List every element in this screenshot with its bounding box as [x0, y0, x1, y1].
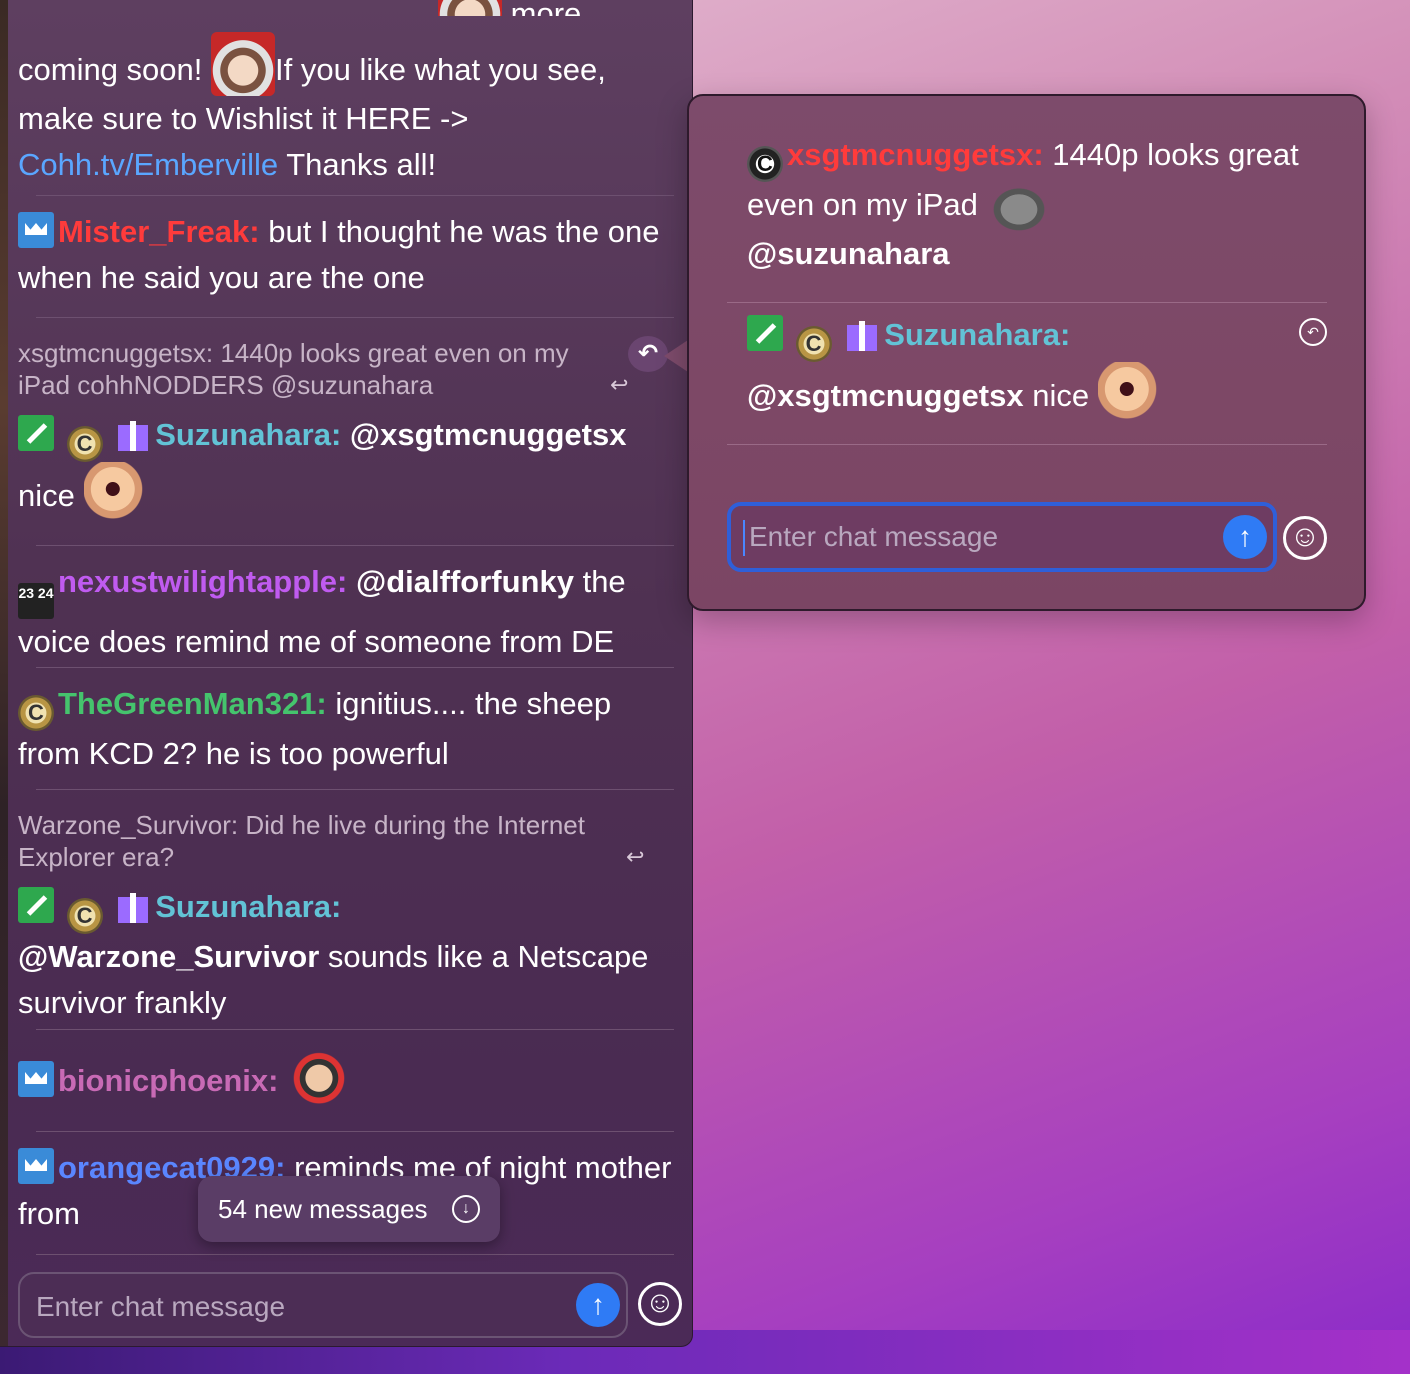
wishlist-link[interactable]: Cohh.tv/Emberville — [18, 147, 278, 182]
coin-badge-icon: C — [18, 695, 54, 731]
emote-image — [211, 32, 276, 96]
smiley-icon[interactable]: ☺ — [1283, 516, 1327, 560]
divider — [727, 302, 1327, 303]
reply-arrow-icon[interactable]: ↶ — [1299, 318, 1327, 346]
list-item: Cxsgtmcnuggetsx: 1440p looks great even … — [747, 132, 1307, 277]
sword-badge-icon — [18, 415, 54, 451]
reply-arrow-icon[interactable]: ↩ — [610, 372, 628, 398]
message-text: nice — [1032, 378, 1090, 413]
new-messages-button[interactable]: 54 new messages ↓ — [198, 1176, 500, 1242]
emote-image — [438, 0, 502, 16]
list-item: more — [18, 0, 674, 16]
coin-badge-icon: C — [747, 146, 783, 182]
divider — [36, 667, 674, 668]
username[interactable]: TheGreenMan321: — [58, 686, 327, 721]
message-text: more — [511, 0, 582, 16]
sword-badge-icon — [747, 315, 783, 351]
list-item: C Suzunahara: @xsgtmcnuggetsx nice — [18, 412, 674, 522]
username[interactable]: xsgtmcnuggetsx: — [787, 137, 1044, 172]
divider — [36, 545, 674, 546]
message-text: coming soon! — [18, 52, 203, 87]
username[interactable]: nexustwilightapple: — [58, 564, 347, 599]
mention[interactable]: @xsgtmcnuggetsx — [747, 378, 1024, 413]
list-item: coming soon! If you like what you see, m… — [18, 32, 674, 188]
video-edge — [0, 0, 8, 1346]
list-item: bionicphoenix: — [18, 1043, 674, 1107]
chat-input-box: ↑ — [18, 1272, 628, 1338]
reply-context[interactable]: xsgtmcnuggetsx: 1440p looks great even o… — [18, 337, 618, 401]
divider — [36, 1029, 674, 1030]
emote-image — [83, 462, 148, 522]
crown-badge-icon — [18, 1148, 54, 1184]
popup-chat-input-box: ↑ — [727, 502, 1277, 572]
send-button[interactable]: ↑ — [576, 1283, 620, 1327]
mention[interactable]: @suzunahara — [747, 236, 950, 271]
reply-thread-icon[interactable]: ↶ — [628, 336, 668, 372]
reply-context[interactable]: Warzone_Survivor: Did he live during the… — [18, 809, 618, 873]
sword-badge-icon — [18, 887, 54, 923]
gift-badge-icon — [844, 315, 880, 351]
gift-badge-icon — [115, 887, 151, 923]
divider — [36, 789, 674, 790]
list-item: 23 24 nexustwilightapple: @dialfforfunky … — [18, 559, 674, 665]
emote-image — [986, 183, 1051, 231]
divider — [36, 317, 674, 318]
mention[interactable]: @dialfforfunky — [356, 564, 574, 599]
list-item: Mister_Freak: but I thought he was the o… — [18, 209, 674, 301]
username[interactable]: bionicphoenix: — [58, 1063, 278, 1098]
mention[interactable]: @xsgtmcnuggetsx — [350, 417, 627, 452]
list-item: C Suzunahara: @Warzone_Survivor sounds l… — [18, 884, 674, 1026]
divider — [36, 1131, 674, 1132]
coin-badge-icon: C — [66, 898, 103, 934]
arrow-down-circle-icon: ↓ — [452, 1195, 480, 1223]
username[interactable]: Suzunahara: — [155, 417, 341, 452]
new-messages-label: 54 new messages — [218, 1194, 428, 1224]
gift-badge-icon — [115, 415, 151, 451]
coin-badge-icon: C — [795, 326, 832, 362]
list-item: C TheGreenMan321: ignitius.... the sheep … — [18, 681, 674, 777]
mention[interactable]: @Warzone_Survivor — [18, 939, 319, 974]
emote-image — [287, 1043, 352, 1107]
crown-badge-icon — [18, 1061, 54, 1097]
send-button[interactable]: ↑ — [1223, 515, 1267, 559]
list-item: C Suzunahara: @xsgtmcnuggetsx nice — [747, 312, 1307, 422]
message-text: Thanks all! — [286, 147, 437, 182]
username[interactable]: Suzunahara: — [884, 317, 1070, 352]
username[interactable]: Mister_Freak: — [58, 214, 260, 249]
popup-chat-input[interactable] — [747, 518, 1211, 556]
divider — [727, 444, 1327, 445]
reply-arrow-icon[interactable]: ↩ — [626, 844, 644, 870]
chat-input[interactable] — [34, 1288, 558, 1326]
divider — [36, 1254, 674, 1255]
calendar-badge-icon: 23 24 — [18, 583, 54, 619]
message-text: nice — [18, 478, 75, 513]
crown-badge-icon — [18, 212, 54, 248]
coin-badge-icon: C — [66, 426, 103, 462]
reply-thread-popup: Cxsgtmcnuggetsx: 1440p looks great even … — [687, 94, 1366, 611]
chat-window: more coming soon! If you like what you s… — [0, 0, 693, 1347]
username[interactable]: Suzunahara: — [155, 889, 341, 924]
emote-image — [1097, 362, 1162, 422]
divider — [36, 195, 674, 196]
smiley-icon[interactable]: ☺ — [638, 1282, 682, 1326]
